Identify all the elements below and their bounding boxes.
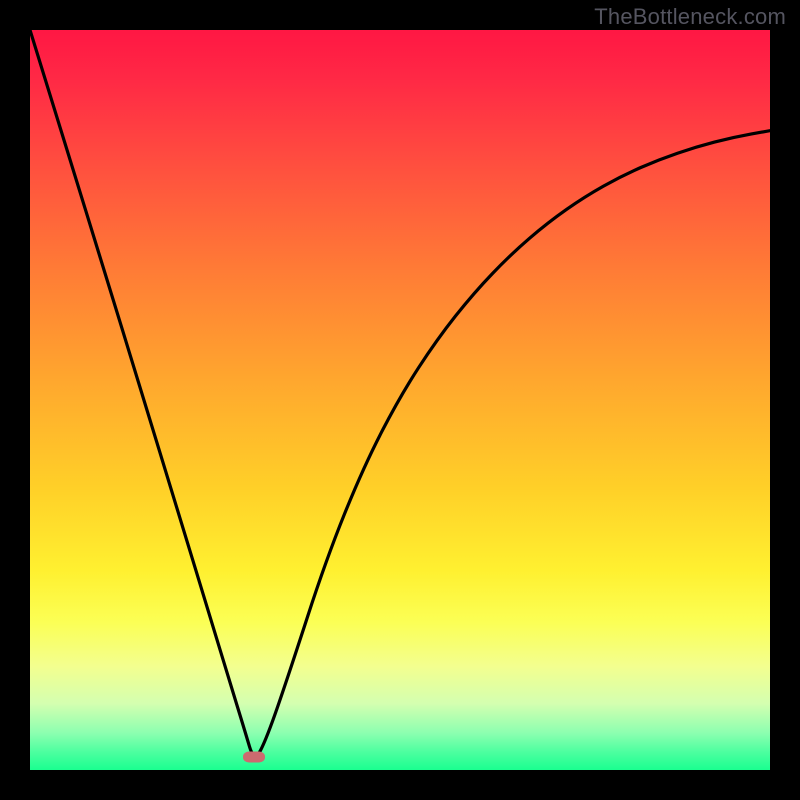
optimum-marker: [243, 752, 265, 763]
chart-frame: TheBottleneck.com: [0, 0, 800, 800]
watermark-text: TheBottleneck.com: [594, 4, 786, 30]
plot-area: [30, 30, 770, 770]
bottleneck-curve: [30, 30, 770, 770]
